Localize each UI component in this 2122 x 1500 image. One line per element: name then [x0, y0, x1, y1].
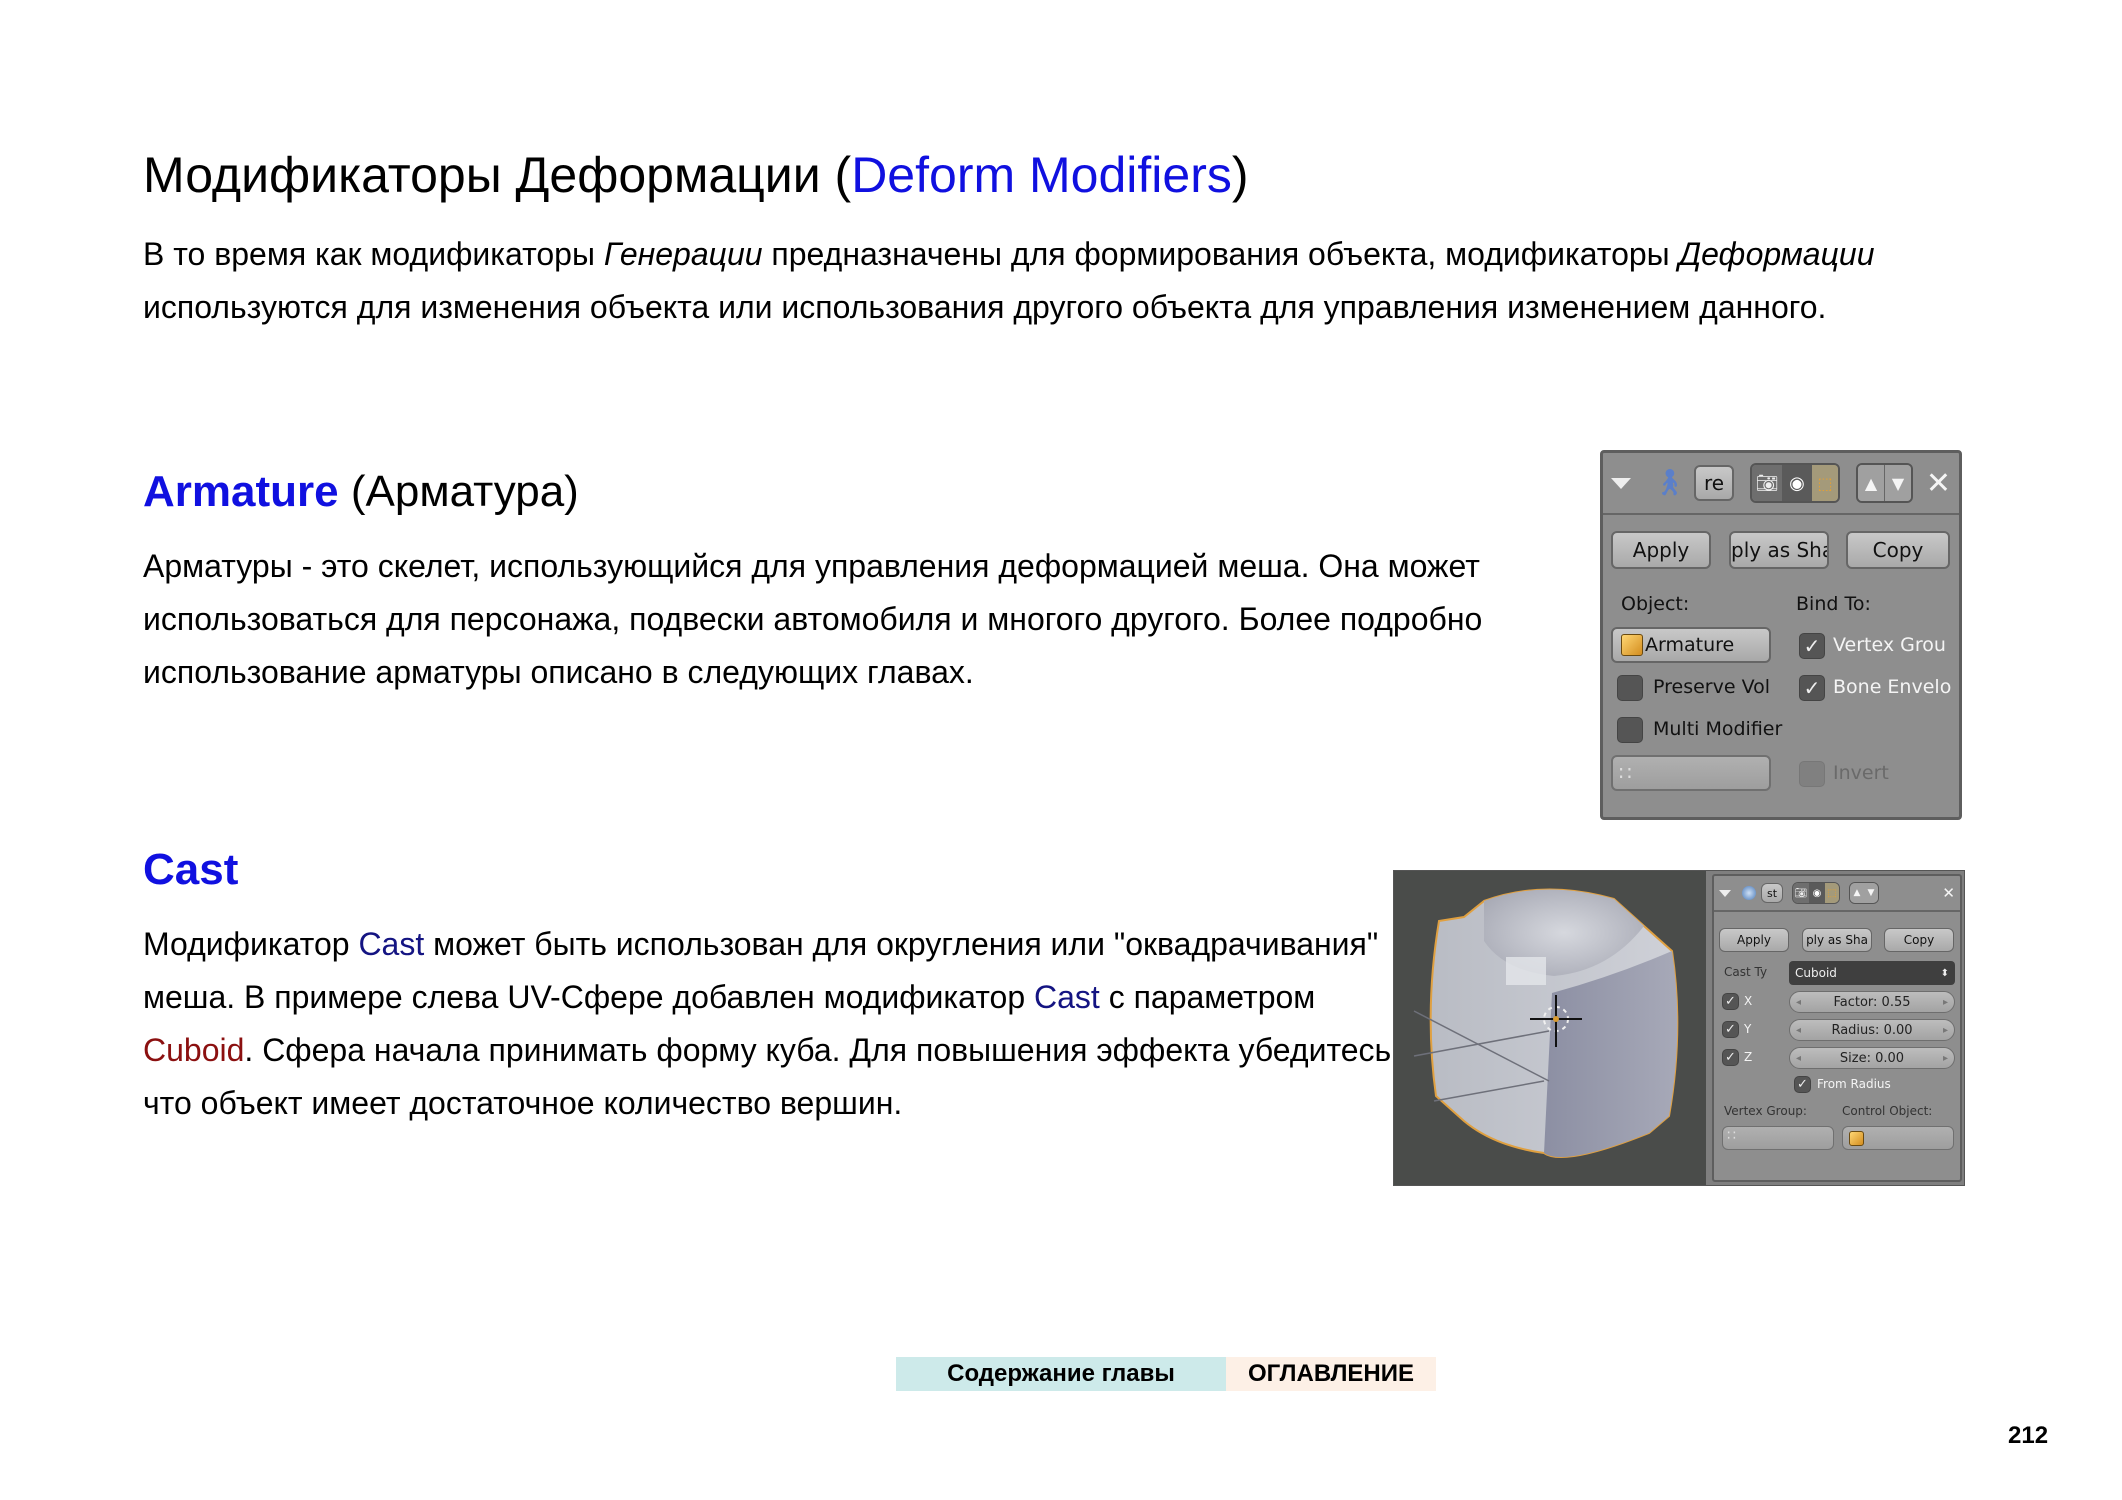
intro-italic-deform: Деформации — [1678, 236, 1875, 272]
close-icon[interactable]: ✕ — [1926, 466, 1951, 501]
page-title: Модификаторы Деформации (Deform Modifier… — [143, 140, 1249, 210]
axis-z-label: Z — [1744, 1050, 1753, 1064]
axis-y-label: Y — [1744, 1022, 1752, 1036]
size-slider[interactable]: ◂ Size: 0.00 ▸ — [1789, 1047, 1955, 1069]
control-object-field[interactable] — [1842, 1126, 1954, 1150]
vertex-groups-checkbox[interactable]: ✓ — [1799, 633, 1825, 659]
object-field[interactable]: Armature — [1611, 627, 1771, 663]
apply-button[interactable]: Apply — [1719, 928, 1789, 952]
cast-paragraph: Модификатор Cast может быть использован … — [143, 918, 1413, 1130]
cuboid-term: Cuboid — [143, 1032, 245, 1068]
from-radius-label: From Radius — [1817, 1077, 1891, 1091]
cast-heading-text: Cast — [143, 845, 239, 894]
move-up-icon[interactable]: ▲ — [1850, 883, 1864, 903]
render-icon[interactable]: 📷︎ — [1793, 883, 1809, 903]
armature-heading-ru: (Арматура) — [338, 467, 579, 516]
object-label: Object: — [1621, 593, 1690, 615]
object-cube-icon — [1849, 1131, 1864, 1146]
cast-type-label: Cast Ty — [1724, 965, 1768, 979]
chapter-contents-link[interactable]: Содержание главы — [896, 1357, 1226, 1391]
panel-header: st 📷︎ ◉ ⬚ ▲ ▼ ✕ — [1714, 876, 1960, 912]
intro-paragraph: В то время как модификаторы Генерации пр… — [143, 228, 1973, 334]
copy-button[interactable]: Copy — [1846, 531, 1950, 569]
mesh-highlight — [1506, 957, 1546, 985]
cast-modifier-panel: st 📷︎ ◉ ⬚ ▲ ▼ ✕ Apply ply as Sha Copy Ca… — [1712, 874, 1962, 1182]
editmode-icon[interactable]: ⬚ — [1812, 465, 1839, 501]
preserve-volume-label: Preserve Vol — [1653, 676, 1771, 698]
page-number: 212 — [2008, 1422, 2049, 1449]
intro-italic-generation: Генерации — [603, 236, 763, 272]
render-icon[interactable]: 📷︎ — [1752, 465, 1783, 501]
cast-icon — [1742, 886, 1756, 900]
vertex-group-label: Vertex Group: — [1724, 1104, 1807, 1118]
vertex-group-icon: ∷ — [1619, 761, 1632, 785]
move-up-icon[interactable]: ▲ — [1858, 465, 1885, 501]
armature-modifier-panel: 🚶︎ re 📷︎ ◉ ⬚ ▲ ▼ ✕ Apply ply as Sha Copy… — [1600, 450, 1962, 820]
armature-paragraph: Арматуры - это скелет, использующийся дл… — [143, 548, 1483, 690]
modifier-name-field[interactable]: st — [1761, 883, 1783, 903]
cast-example-figure: st 📷︎ ◉ ⬚ ▲ ▼ ✕ Apply ply as Sha Copy Ca… — [1393, 870, 1965, 1186]
vertex-groups-label: Vertex Grou — [1833, 634, 1946, 656]
factor-slider[interactable]: ◂ Factor: 0.55 ▸ — [1789, 991, 1955, 1013]
armature-icon: 🚶︎ — [1653, 468, 1687, 498]
control-object-label: Control Object: — [1842, 1104, 1933, 1118]
cast-term: Cast — [358, 926, 425, 962]
vertex-group-field[interactable]: ∷ — [1722, 1126, 1834, 1150]
multi-modifier-checkbox[interactable] — [1617, 717, 1643, 743]
preserve-volume-checkbox[interactable] — [1617, 675, 1643, 701]
invert-label: Invert — [1833, 762, 1889, 784]
title-close: ) — [1231, 147, 1249, 203]
cast-text: . Сфера начала принимать форму куба. Для… — [143, 1032, 1392, 1121]
size-value: Size: 0.00 — [1839, 1050, 1905, 1066]
panel-header: 🚶︎ re 📷︎ ◉ ⬚ ▲ ▼ ✕ — [1603, 453, 1959, 515]
radius-slider[interactable]: ◂ Radius: 0.00 ▸ — [1789, 1019, 1955, 1041]
cast-type-value: Cuboid — [1795, 966, 1837, 980]
apply-as-shape-button[interactable]: ply as Sha — [1729, 531, 1829, 569]
intro-text: используются для изменения объекта или и… — [143, 289, 1827, 325]
bind-to-label: Bind To: — [1796, 593, 1871, 615]
move-down-icon[interactable]: ▼ — [1864, 883, 1878, 903]
cast-text: Модификатор — [143, 926, 359, 962]
axis-x-label: X — [1744, 994, 1753, 1008]
armature-heading-en: Armature — [143, 467, 339, 516]
copy-button[interactable]: Copy — [1884, 928, 1954, 952]
from-radius-checkbox[interactable]: ✓ — [1794, 1076, 1811, 1093]
intro-text: предназначены для формирования объекта, … — [762, 236, 1679, 272]
cast-type-dropdown[interactable]: Cuboid ⬍ — [1789, 961, 1955, 985]
updown-arrows-icon: ⬍ — [1940, 967, 1949, 979]
factor-value: Factor: 0.55 — [1833, 994, 1911, 1010]
vertex-group-field[interactable]: ∷ — [1611, 755, 1771, 791]
view-icon[interactable]: ◉ — [1782, 465, 1813, 501]
axis-z-checkbox[interactable]: ✓ — [1722, 1049, 1739, 1066]
bone-envelopes-checkbox[interactable]: ✓ — [1799, 675, 1825, 701]
vertex-group-icon: ∷ — [1727, 1128, 1736, 1144]
invert-checkbox[interactable] — [1799, 761, 1825, 787]
view-icon[interactable]: ◉ — [1809, 883, 1825, 903]
bone-envelopes-label: Bone Envelo — [1833, 676, 1952, 698]
cast-text: с параметром — [1099, 979, 1316, 1015]
cast-mesh-illustration — [1413, 888, 1679, 1159]
title-ru: Модификаторы Деформации ( — [143, 147, 852, 203]
radius-value: Radius: 0.00 — [1831, 1022, 1913, 1038]
object-field-value: Armature — [1645, 634, 1735, 656]
3d-viewport — [1394, 871, 1706, 1185]
modifier-name-field[interactable]: re — [1694, 465, 1735, 501]
axis-x-checkbox[interactable]: ✓ — [1722, 993, 1739, 1010]
editmode-icon[interactable]: ⬚ — [1825, 883, 1839, 903]
collapse-icon[interactable] — [1611, 477, 1631, 489]
object-cube-icon — [1621, 634, 1643, 656]
move-down-icon[interactable]: ▼ — [1884, 465, 1912, 501]
armature-heading: Armature (Арматура) — [143, 462, 579, 522]
cast-term: Cast — [1034, 979, 1100, 1015]
collapse-icon[interactable] — [1719, 889, 1731, 897]
intro-text: В то время как модификаторы — [143, 236, 604, 272]
close-icon[interactable]: ✕ — [1942, 884, 1955, 902]
apply-as-shape-button[interactable]: ply as Sha — [1802, 928, 1872, 952]
axis-y-checkbox[interactable]: ✓ — [1722, 1021, 1739, 1038]
multi-modifier-label: Multi Modifier — [1653, 718, 1783, 740]
title-en: Deform Modifiers — [851, 147, 1232, 203]
table-of-contents-link[interactable]: ОГЛАВЛЕНИЕ — [1226, 1357, 1436, 1391]
cast-heading: Cast — [143, 840, 238, 900]
apply-button[interactable]: Apply — [1611, 531, 1711, 569]
